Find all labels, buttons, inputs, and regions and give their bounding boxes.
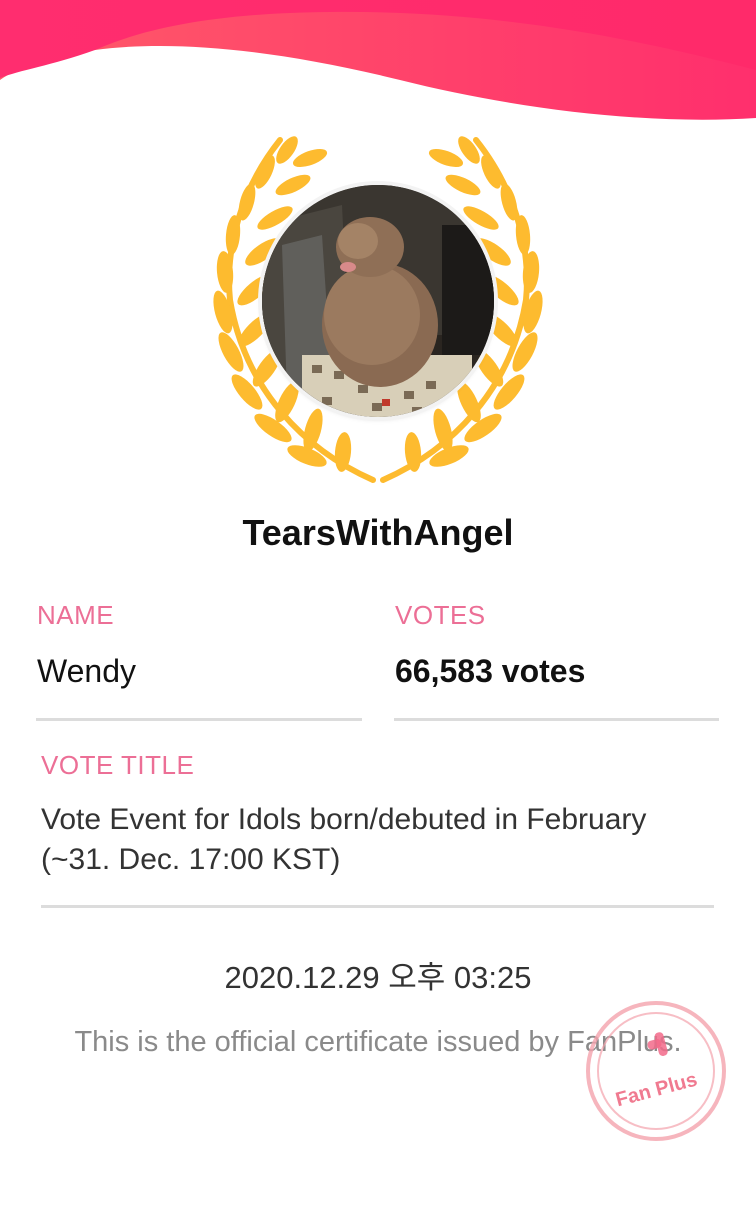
stamp-text: Fan Plus — [613, 1069, 699, 1112]
votes-label: VOTES — [395, 600, 486, 630]
name-label: NAME — [37, 600, 115, 630]
votes-divider — [394, 718, 719, 721]
vote-title-divider — [41, 905, 714, 908]
issued-date: 2020.12.29 오후 03:25 — [224, 960, 532, 995]
header-wave — [0, 0, 756, 120]
vote-title-label: VOTE TITLE — [41, 750, 195, 780]
profile-avatar — [262, 185, 494, 417]
name-value: Wendy — [37, 653, 137, 689]
votes-value: 66,583 votes — [395, 653, 586, 689]
name-divider — [36, 718, 362, 721]
fanplus-stamp-icon: Fan Plus — [586, 1001, 726, 1141]
username: TearsWithAngel — [242, 512, 514, 553]
vote-title-value: Vote Event for Idols born/debuted in Feb… — [41, 803, 647, 876]
